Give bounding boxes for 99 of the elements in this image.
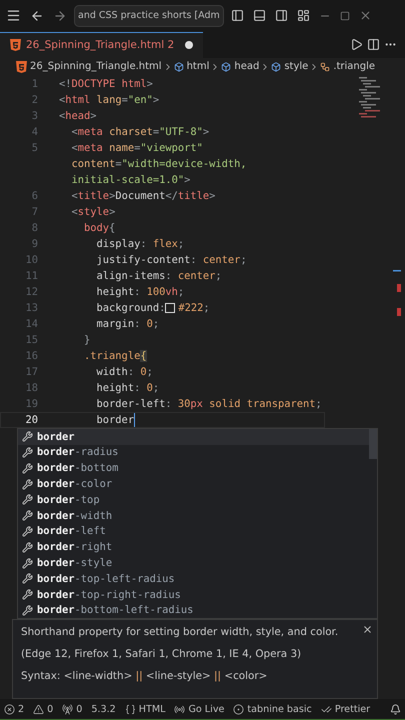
suggestion-item[interactable]: border-style xyxy=(18,555,369,571)
html-file-icon xyxy=(10,39,21,52)
description-text: Shorthand property for setting border width, style, and color. xyxy=(21,626,340,638)
suggestion-item[interactable]: border-top-right-radius xyxy=(18,586,369,603)
wrench-icon xyxy=(22,462,33,474)
code-line: <title>Document</title> xyxy=(70,190,216,202)
double-check-icon xyxy=(320,704,332,715)
wrench-icon xyxy=(22,573,33,584)
code-line: background: #222; xyxy=(96,302,210,314)
code-line: justify-content: center; xyxy=(96,254,247,266)
status-item[interactable]: tabnine basic xyxy=(233,704,312,715)
status-item[interactable]: Go Live xyxy=(174,704,224,715)
breadcrumb-item[interactable]: head xyxy=(221,61,260,72)
wrench-icon xyxy=(22,604,33,616)
code-line: body{ xyxy=(83,222,116,234)
code-line: <meta charset="UTF-8"> xyxy=(70,126,210,138)
breadcrumb-item[interactable]: html xyxy=(174,61,210,72)
cube-icon xyxy=(174,62,184,72)
suggestion-item[interactable]: border-bottom-left-radius xyxy=(18,602,369,618)
code-line: content="width=device-width, xyxy=(70,158,247,170)
suggestion-item[interactable]: border-radius xyxy=(18,444,369,460)
code-line: border xyxy=(96,412,136,427)
wrench-icon xyxy=(22,558,33,569)
line-number: 14 xyxy=(24,318,38,330)
status-item[interactable]: 5.3.2 xyxy=(91,704,116,715)
syntax-text: Syntax: <line-width> || <line-style> || <color> xyxy=(21,670,268,682)
status-item[interactable]: HTML xyxy=(124,704,166,715)
wrench-icon xyxy=(22,510,33,522)
line-number: 18 xyxy=(24,382,38,394)
wrench-icon xyxy=(22,478,33,490)
error-icon xyxy=(4,704,15,715)
line-number: 16 xyxy=(24,350,38,362)
wrench-icon xyxy=(22,494,33,506)
selector-icon xyxy=(320,62,330,72)
line-number: 4 xyxy=(30,126,38,138)
line-number: 15 xyxy=(24,334,38,346)
status-item[interactable]: 0 xyxy=(62,704,82,715)
wrench-icon xyxy=(22,589,33,600)
braces-icon xyxy=(124,704,136,715)
editor-tab[interactable]: 26_Spinning_Triangle.html 2 xyxy=(0,32,204,58)
code-line: <head> xyxy=(59,110,97,122)
close-icon[interactable] xyxy=(362,624,373,636)
line-number: 6 xyxy=(30,190,38,202)
code-line: <!DOCTYPE html> xyxy=(59,78,153,90)
status-item[interactable]: 2 xyxy=(4,704,24,715)
search-field[interactable]: and CSS practice shorts [Adm xyxy=(74,4,224,27)
line-number: 19 xyxy=(24,398,38,410)
line-number: 2 xyxy=(30,94,38,106)
cube-icon xyxy=(221,62,232,72)
wrench-icon xyxy=(22,526,33,537)
antenna-icon xyxy=(62,704,74,715)
html-file-icon xyxy=(16,60,27,73)
suggestion-item[interactable]: border-top xyxy=(18,492,369,508)
code-line: margin: 0; xyxy=(96,318,160,330)
code-line: height: 0; xyxy=(96,382,160,394)
line-number: 13 xyxy=(24,302,38,314)
line-number: 1 xyxy=(30,78,38,90)
suggestion-item[interactable]: border-width xyxy=(18,508,369,524)
suggestion-item[interactable]: border-bottom xyxy=(18,460,369,476)
code-line: border-left: 30px solid transparent; xyxy=(96,398,322,410)
line-number: 3 xyxy=(30,110,38,122)
code-line: display: flex; xyxy=(96,238,184,250)
circle-icon xyxy=(233,704,244,715)
line-number: 5 xyxy=(30,142,38,154)
code-line: <style> xyxy=(70,206,116,218)
breadcrumb-item[interactable]: 26_Spinning_Triangle.html xyxy=(16,60,162,73)
cube-icon xyxy=(271,62,282,72)
warning-icon xyxy=(33,704,44,715)
wrench-icon xyxy=(22,446,33,458)
line-number: 9 xyxy=(30,238,38,250)
suggestion-item[interactable]: border-right xyxy=(18,539,369,556)
line-number: 17 xyxy=(24,366,38,378)
code-line: height: 100vh; xyxy=(96,286,184,298)
code-line: <html lang="en"> xyxy=(59,94,160,106)
suggestion-item[interactable]: border-color xyxy=(18,476,369,492)
suggestion-item[interactable]: border-left xyxy=(18,524,369,540)
line-number: 20 xyxy=(24,414,38,426)
breadcrumb-item[interactable]: style xyxy=(271,61,308,72)
suggestion-item[interactable]: border xyxy=(18,428,369,445)
line-number: 10 xyxy=(24,254,38,266)
code-line: align-items: center; xyxy=(96,270,222,282)
code-line: } xyxy=(83,334,90,346)
line-number: 8 xyxy=(30,222,38,234)
code-line: initial-scale=1.0"> xyxy=(70,174,190,186)
browser-support-text: (Edge 12, Firefox 1, Safari 1, Chrome 1, IE 4, Opera 3) xyxy=(21,648,302,660)
line-number: 12 xyxy=(24,286,38,298)
suggestion-item[interactable]: border-top-left-radius xyxy=(18,570,369,587)
wrench-icon xyxy=(22,431,33,442)
breadcrumb-item[interactable]: .triangle xyxy=(320,61,376,72)
broadcast-icon xyxy=(174,704,186,715)
line-number: 11 xyxy=(24,270,38,282)
wrench-icon xyxy=(22,542,33,553)
code-line: .triangle{ xyxy=(83,350,147,362)
scrollbar-thumb[interactable] xyxy=(369,428,377,459)
code-line: <meta name="viewport" xyxy=(70,142,203,154)
status-item[interactable]: Prettier xyxy=(320,704,370,715)
code-line: width: 0; xyxy=(96,366,153,378)
line-number: 7 xyxy=(30,206,38,218)
status-item[interactable]: 0 xyxy=(33,704,54,715)
